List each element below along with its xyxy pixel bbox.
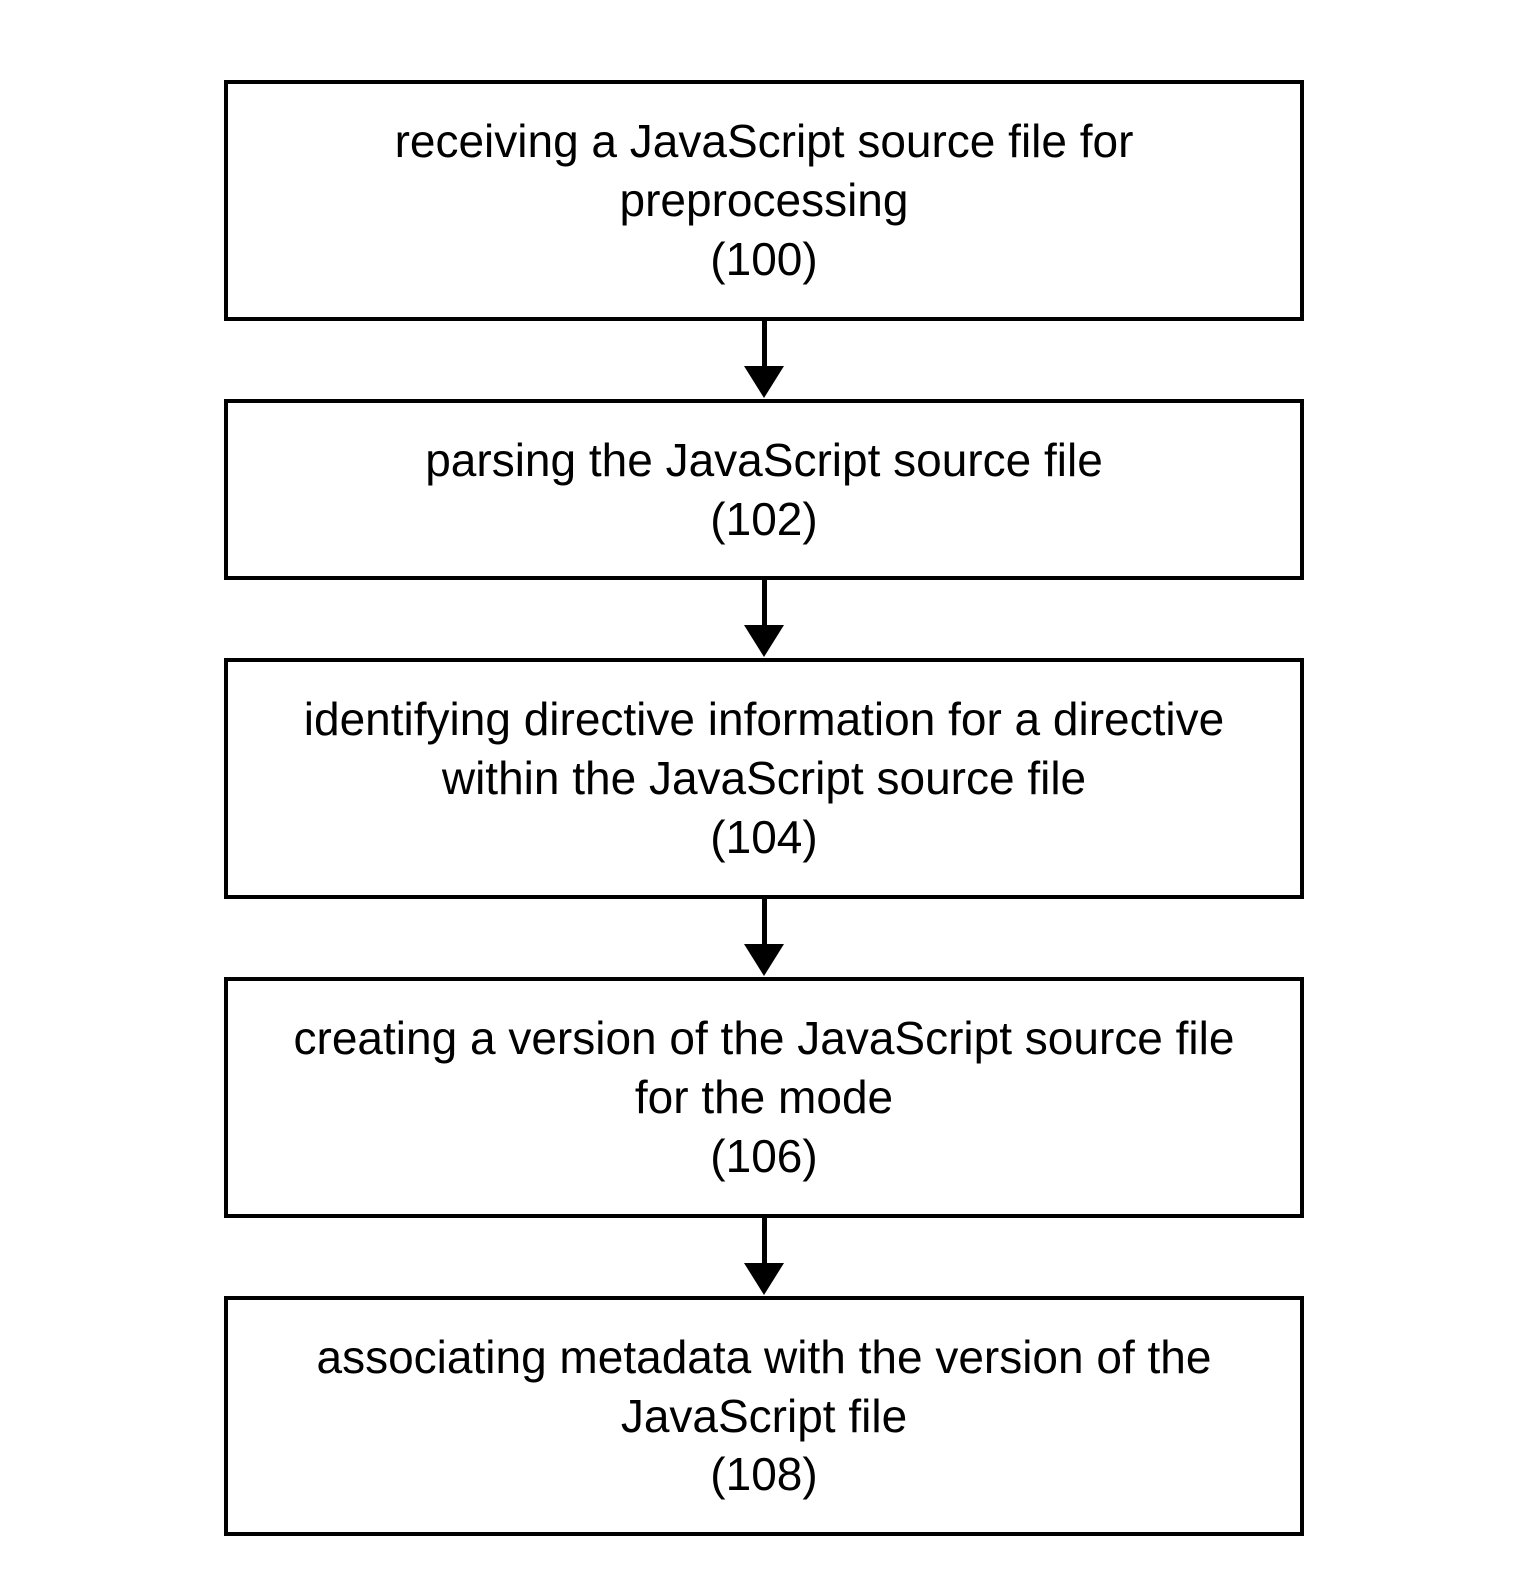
flowchart-container: receiving a JavaScript source file for p… — [0, 80, 1528, 1536]
step-text: parsing the JavaScript source file — [268, 431, 1260, 490]
arrow-down-icon — [744, 1218, 784, 1296]
flowchart-step: parsing the JavaScript source file (102) — [224, 399, 1304, 581]
step-text: associating metadata with the version of… — [268, 1328, 1260, 1446]
step-text: creating a version of the JavaScript sou… — [268, 1009, 1260, 1127]
step-number: (104) — [268, 808, 1260, 867]
step-text: identifying directive information for a … — [268, 690, 1260, 808]
arrow-down-icon — [744, 580, 784, 658]
step-text: receiving a JavaScript source file for p… — [268, 112, 1260, 230]
arrow-down-icon — [744, 321, 784, 399]
flowchart-step: receiving a JavaScript source file for p… — [224, 80, 1304, 321]
step-number: (108) — [268, 1445, 1260, 1504]
step-number: (106) — [268, 1127, 1260, 1186]
step-number: (100) — [268, 230, 1260, 289]
step-number: (102) — [268, 490, 1260, 549]
flowchart-step: creating a version of the JavaScript sou… — [224, 977, 1304, 1218]
flowchart-step: identifying directive information for a … — [224, 658, 1304, 899]
arrow-down-icon — [744, 899, 784, 977]
flowchart-step: associating metadata with the version of… — [224, 1296, 1304, 1537]
